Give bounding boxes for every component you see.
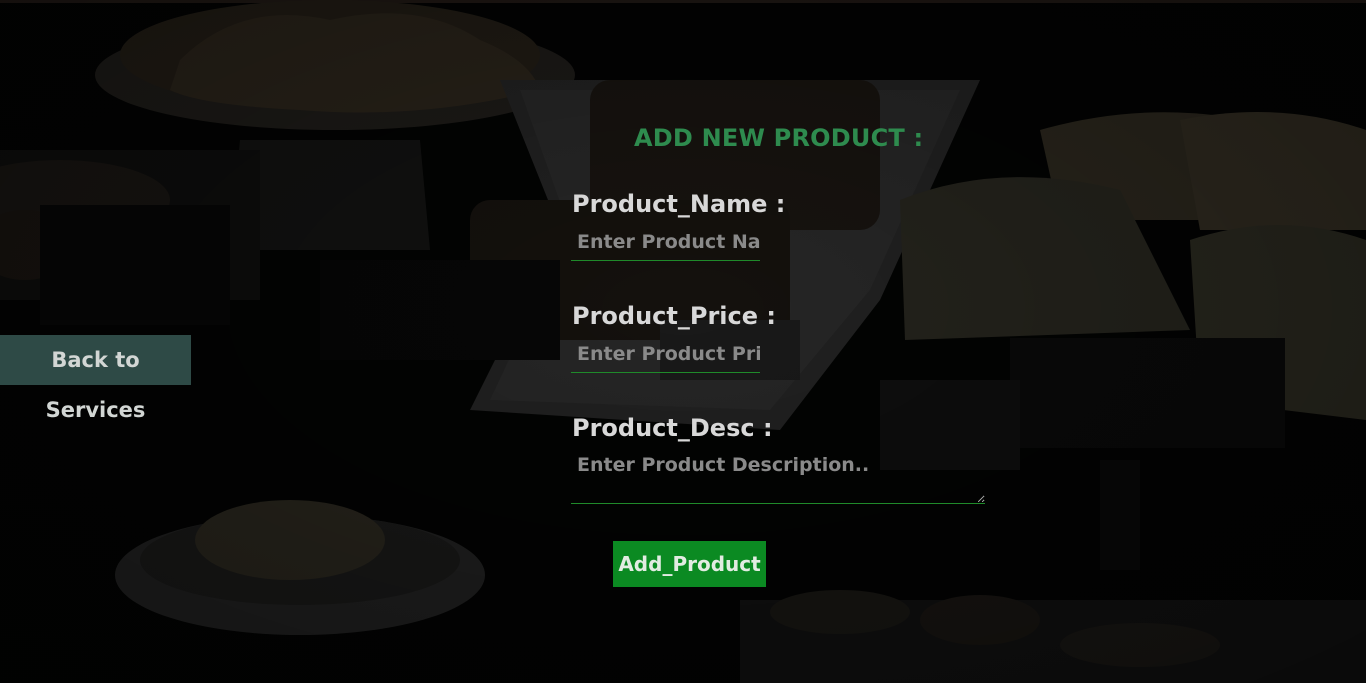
- product-name-label: Product_Name :: [572, 190, 786, 218]
- product-name-input[interactable]: [571, 223, 760, 261]
- product-price-label: Product_Price :: [572, 302, 776, 330]
- form-title: ADD NEW PRODUCT :: [634, 124, 924, 152]
- back-to-services-button[interactable]: Back to Services: [0, 335, 191, 422]
- product-desc-textarea[interactable]: [571, 448, 985, 504]
- product-price-input[interactable]: [571, 335, 760, 373]
- add-product-button[interactable]: Add_Product: [613, 541, 766, 587]
- product-desc-label: Product_Desc :: [572, 414, 773, 442]
